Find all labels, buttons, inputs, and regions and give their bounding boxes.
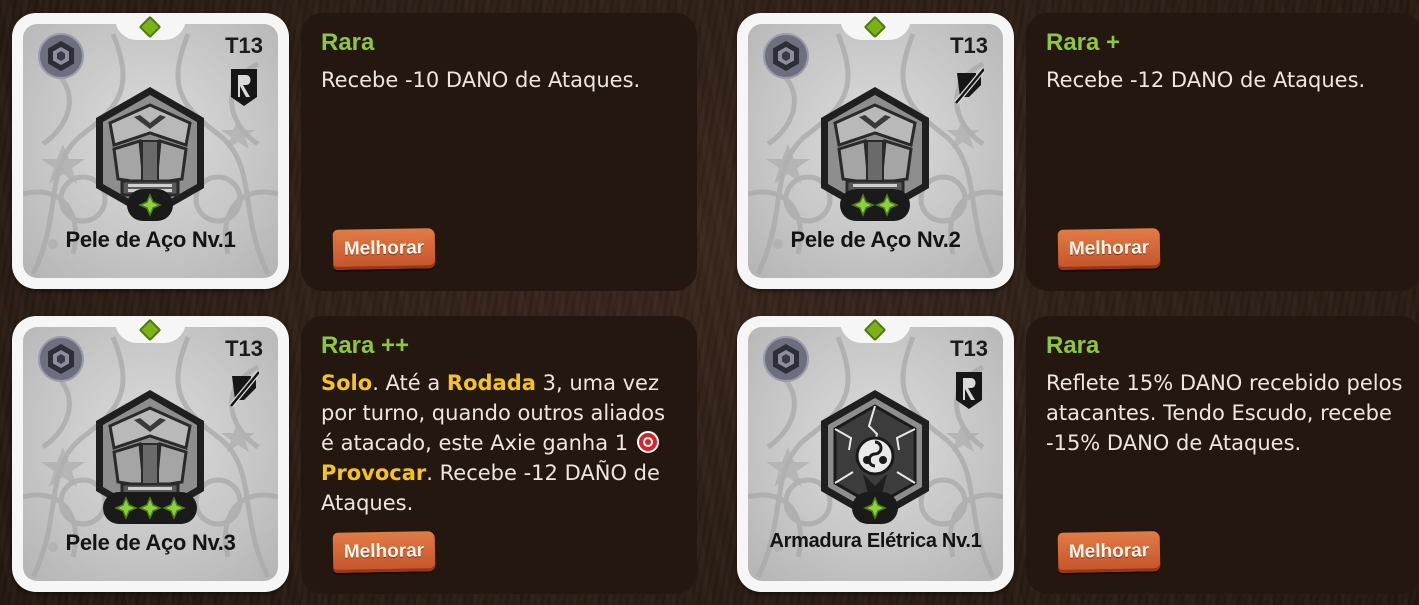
card-emblem bbox=[96, 390, 204, 524]
card-emblem bbox=[96, 87, 204, 221]
description-panel: Rara Reflete 15% DANO recebido pelos ata… bbox=[1026, 316, 1419, 594]
tier-label: T13 bbox=[225, 33, 263, 58]
card-emblem bbox=[821, 87, 929, 221]
card-entry: T13 Armadura Elétrica Nv.1 Rara Reflete … bbox=[737, 316, 1419, 594]
description-text: . Até a bbox=[372, 371, 447, 395]
slashed-icon bbox=[954, 67, 984, 105]
card-entry: T13 Pele de Aço Nv.2 Rara + Recebe -12 D… bbox=[737, 13, 1419, 291]
card-entry: T13 Pele de Aço Nv.3 Rara ++ Solo. Até a… bbox=[12, 316, 697, 594]
upgrade-button[interactable]: Melhorar bbox=[332, 228, 436, 270]
keyword: Provocar bbox=[321, 461, 427, 485]
tier-label: T13 bbox=[225, 336, 263, 361]
rarity-label: Rara bbox=[1046, 332, 1100, 359]
upgrade-button[interactable]: Melhorar bbox=[1057, 531, 1161, 573]
card-entry: T13 Pele de Aço Nv.1 Rara Recebe -10 DAN… bbox=[12, 13, 697, 291]
card-description: Recebe -12 DANO de Ataques. bbox=[1046, 65, 1408, 95]
class-icon bbox=[38, 336, 84, 382]
card[interactable]: T13 Armadura Elétrica Nv.1 bbox=[737, 316, 1014, 592]
class-icon bbox=[763, 336, 809, 382]
card-name: Armadura Elétrica Nv.1 bbox=[769, 530, 982, 552]
card[interactable]: T13 Pele de Aço Nv.3 bbox=[12, 316, 289, 592]
card-name: Pele de Aço Nv.2 bbox=[790, 227, 961, 252]
tier-label: T13 bbox=[950, 33, 988, 58]
card[interactable]: T13 Pele de Aço Nv.2 bbox=[737, 13, 1014, 289]
taunt-icon bbox=[636, 431, 659, 453]
rarity-label: Rara ++ bbox=[321, 332, 410, 359]
r-shield-icon bbox=[231, 69, 257, 106]
upgrade-button[interactable]: Melhorar bbox=[1057, 228, 1161, 270]
card-description: Recebe -10 DANO de Ataques. bbox=[321, 65, 683, 95]
upgrade-button[interactable]: Melhorar bbox=[332, 531, 436, 573]
description-panel: Rara ++ Solo. Até a Rodada 3, uma vez po… bbox=[301, 316, 697, 594]
card-description: Solo. Até a Rodada 3, uma vez por turno,… bbox=[321, 368, 683, 518]
card[interactable]: T13 Pele de Aço Nv.1 bbox=[12, 13, 289, 289]
tier-label: T13 bbox=[950, 336, 988, 361]
rarity-label: Rara bbox=[321, 29, 375, 56]
description-text: Recebe -10 DANO de Ataques. bbox=[321, 68, 641, 92]
rarity-label: Rara + bbox=[1046, 29, 1121, 56]
description-text: Reflete 15% DANO recebido pelos atacante… bbox=[1046, 371, 1403, 455]
class-icon bbox=[38, 33, 84, 79]
class-icon bbox=[763, 33, 809, 79]
keyword: Rodada bbox=[446, 371, 536, 395]
slashed-icon bbox=[229, 370, 259, 408]
card-description: Reflete 15% DANO recebido pelos atacante… bbox=[1046, 368, 1408, 458]
r-shield-icon bbox=[956, 372, 982, 409]
description-text: Recebe -12 DANO de Ataques. bbox=[1046, 68, 1366, 92]
card-name: Pele de Aço Nv.3 bbox=[65, 530, 236, 555]
keyword: Solo bbox=[321, 371, 373, 395]
description-panel: Rara + Recebe -12 DANO de Ataques. Melho… bbox=[1026, 13, 1419, 291]
description-panel: Rara Recebe -10 DANO de Ataques. Melhora… bbox=[301, 13, 697, 291]
card-emblem bbox=[821, 390, 929, 524]
card-name: Pele de Aço Nv.1 bbox=[65, 227, 236, 252]
